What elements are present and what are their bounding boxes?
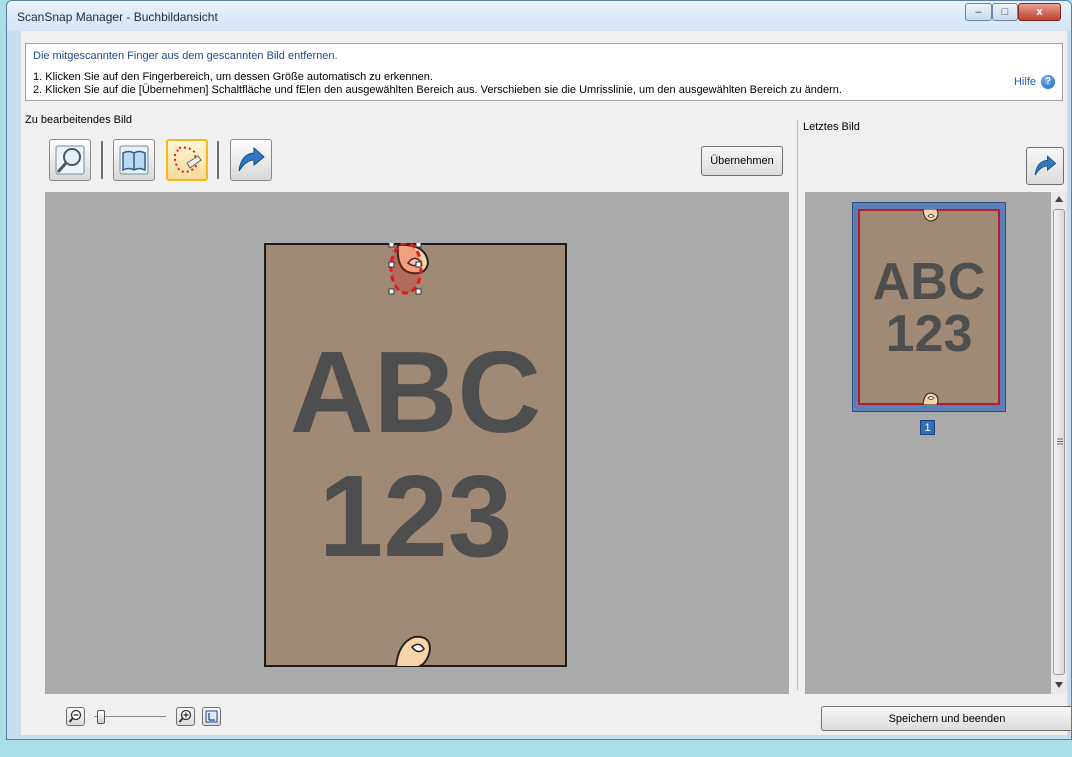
last-image-label: Letztes Bild bbox=[803, 121, 860, 133]
scroll-thumb[interactable] bbox=[1053, 209, 1065, 675]
zoom-in-button[interactable] bbox=[176, 707, 195, 726]
book-icon bbox=[119, 145, 149, 175]
instructions-panel: Die mitgescannten Finger aus dem gescann… bbox=[25, 43, 1063, 101]
apply-button-label: Übernehmen bbox=[710, 155, 774, 167]
client-area: Die mitgescannten Finger aus dem gescann… bbox=[21, 31, 1071, 735]
fit-page-button[interactable] bbox=[202, 707, 221, 726]
scanned-page[interactable]: ABC 123 bbox=[264, 243, 567, 667]
selection-handle[interactable] bbox=[415, 288, 422, 295]
apply-button[interactable]: Übernehmen bbox=[701, 146, 783, 176]
finger-selection-outline[interactable] bbox=[389, 243, 423, 295]
selection-handle[interactable] bbox=[415, 261, 422, 268]
maximize-icon: □ bbox=[1001, 6, 1009, 18]
save-and-exit-button[interactable]: Speichern und beenden bbox=[821, 706, 1071, 731]
instructions-header: Die mitgescannten Finger aus dem gescann… bbox=[33, 50, 338, 62]
close-button[interactable]: x bbox=[1018, 3, 1061, 21]
finger-removal-icon bbox=[173, 146, 202, 173]
selection-handle[interactable] bbox=[388, 261, 395, 268]
edit-section-label: Zu bearbeitendes Bild bbox=[25, 114, 133, 126]
selection-handle[interactable] bbox=[415, 243, 422, 248]
grip-icon bbox=[1057, 438, 1063, 445]
thumbnail-text-123: 123 bbox=[885, 305, 973, 363]
thumbnail-scrollbar[interactable] bbox=[1051, 192, 1067, 694]
last-undo-button[interactable] bbox=[1026, 147, 1064, 185]
main-window: ScanSnap Manager - Buchbildansicht – □ x… bbox=[6, 0, 1072, 740]
scroll-down-icon[interactable] bbox=[1055, 682, 1063, 688]
undo-tool-button[interactable] bbox=[230, 139, 272, 181]
thumbnail-text-abc: ABC bbox=[872, 253, 986, 311]
scroll-up-icon[interactable] bbox=[1055, 196, 1063, 202]
last-image-panel: ABC 123 bbox=[805, 192, 1065, 694]
close-icon: x bbox=[1036, 6, 1043, 18]
panel-divider bbox=[797, 120, 798, 690]
zoom-slider-thumb[interactable] bbox=[97, 710, 106, 724]
toolbar-separator bbox=[101, 141, 103, 179]
thumbnail-finger-bottom bbox=[922, 392, 939, 405]
zoom-in-icon bbox=[178, 709, 192, 723]
selection-handle[interactable] bbox=[388, 243, 395, 248]
zoom-out-icon bbox=[68, 709, 82, 723]
page-text-abc: ABC bbox=[289, 327, 542, 457]
minimize-button[interactable]: – bbox=[965, 3, 992, 21]
title-bar[interactable]: ScanSnap Manager - Buchbildansicht – □ x bbox=[7, 1, 1071, 31]
maximize-button[interactable]: □ bbox=[992, 3, 1018, 21]
minimize-icon: – bbox=[975, 6, 982, 18]
undo-icon bbox=[238, 146, 265, 172]
finger-top[interactable] bbox=[386, 243, 446, 303]
book-tool-button[interactable] bbox=[113, 139, 155, 181]
fit-page-icon bbox=[205, 710, 218, 723]
magnifier-icon bbox=[55, 145, 85, 175]
thumbnail-finger-top bbox=[922, 209, 939, 222]
thumbnail-page[interactable]: ABC 123 bbox=[858, 209, 1000, 405]
magnifier-tool-button[interactable] bbox=[49, 139, 91, 181]
thumbnail-frame[interactable]: ABC 123 bbox=[852, 202, 1006, 412]
selection-handle[interactable] bbox=[388, 288, 395, 295]
edit-image-canvas[interactable]: ABC 123 bbox=[45, 192, 789, 694]
help-link[interactable]: Hilfe bbox=[1014, 76, 1036, 88]
window-title: ScanSnap Manager - Buchbildansicht bbox=[17, 10, 218, 24]
undo-icon bbox=[1034, 155, 1057, 176]
finger-bottom[interactable] bbox=[392, 633, 436, 667]
page-number-badge[interactable]: 1 bbox=[920, 420, 935, 435]
instruction-step-1: 1. Klicken Sie auf den Fingerbereich, um… bbox=[33, 71, 433, 83]
toolbar-separator bbox=[217, 141, 219, 179]
save-and-exit-label: Speichern und beenden bbox=[888, 712, 1006, 725]
help-icon[interactable]: ? bbox=[1041, 75, 1055, 89]
page-text-123: 123 bbox=[318, 451, 513, 581]
finger-removal-tool-button[interactable] bbox=[166, 139, 208, 181]
zoom-out-button[interactable] bbox=[66, 707, 85, 726]
instruction-step-2: 2. Klicken Sie auf die [Übernehmen] Scha… bbox=[33, 84, 842, 96]
